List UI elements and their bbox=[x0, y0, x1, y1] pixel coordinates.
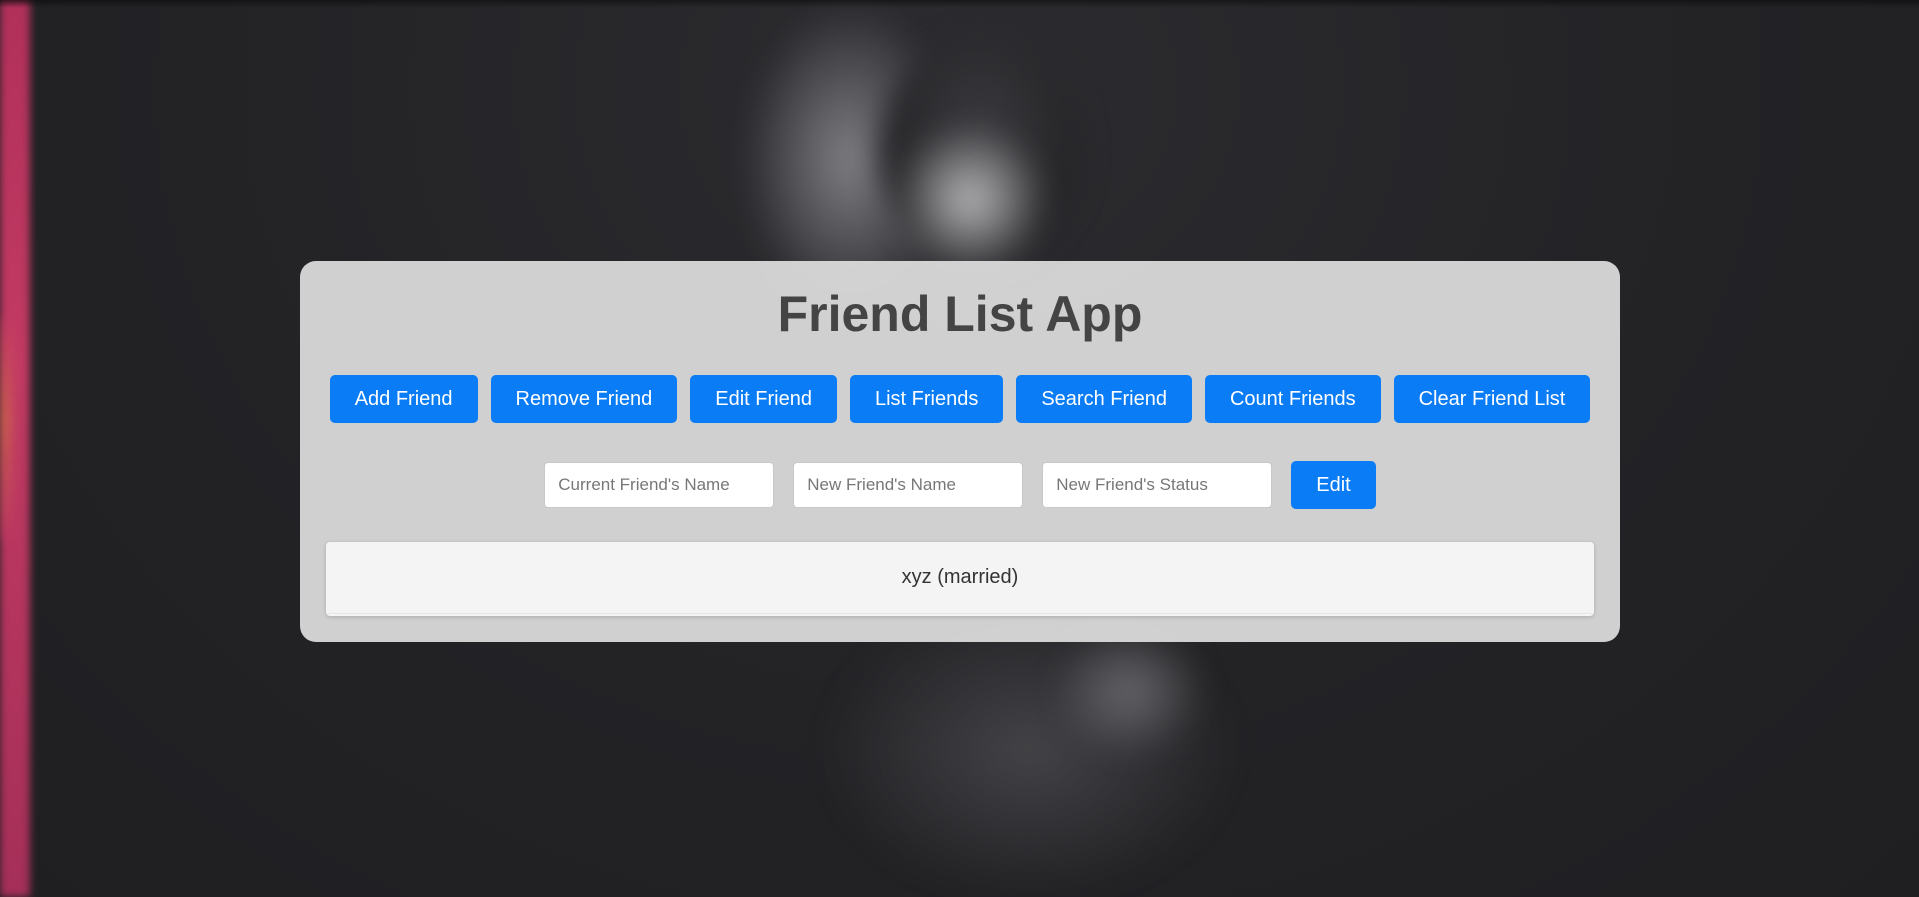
clear-friend-list-button[interactable]: Clear Friend List bbox=[1393, 375, 1591, 423]
friend-list: xyz (married) bbox=[326, 542, 1594, 616]
list-friends-button[interactable]: List Friends bbox=[849, 375, 1004, 423]
top-shadow bbox=[0, 0, 1919, 8]
new-friend-name-input[interactable] bbox=[793, 462, 1024, 508]
remove-friend-button[interactable]: Remove Friend bbox=[490, 375, 678, 423]
edit-friend-form: Edit bbox=[300, 461, 1620, 509]
search-friend-button[interactable]: Search Friend bbox=[1016, 375, 1192, 423]
add-friend-button[interactable]: Add Friend bbox=[329, 375, 478, 423]
page-title: Friend List App bbox=[777, 286, 1143, 342]
background-figure-face bbox=[890, 120, 1050, 280]
background-side-glow bbox=[0, 320, 10, 540]
edit-friend-button[interactable]: Edit Friend bbox=[690, 375, 837, 423]
count-friends-button[interactable]: Count Friends bbox=[1204, 375, 1381, 423]
friend-list-panel: Friend List App Add Friend Remove Friend… bbox=[300, 261, 1620, 642]
new-friend-status-input[interactable] bbox=[1042, 462, 1273, 508]
current-friend-name-input[interactable] bbox=[544, 462, 775, 508]
list-item: xyz (married) bbox=[326, 542, 1594, 614]
action-toolbar: Add Friend Remove Friend Edit Friend Lis… bbox=[300, 375, 1620, 423]
edit-submit-button[interactable]: Edit bbox=[1291, 461, 1376, 509]
